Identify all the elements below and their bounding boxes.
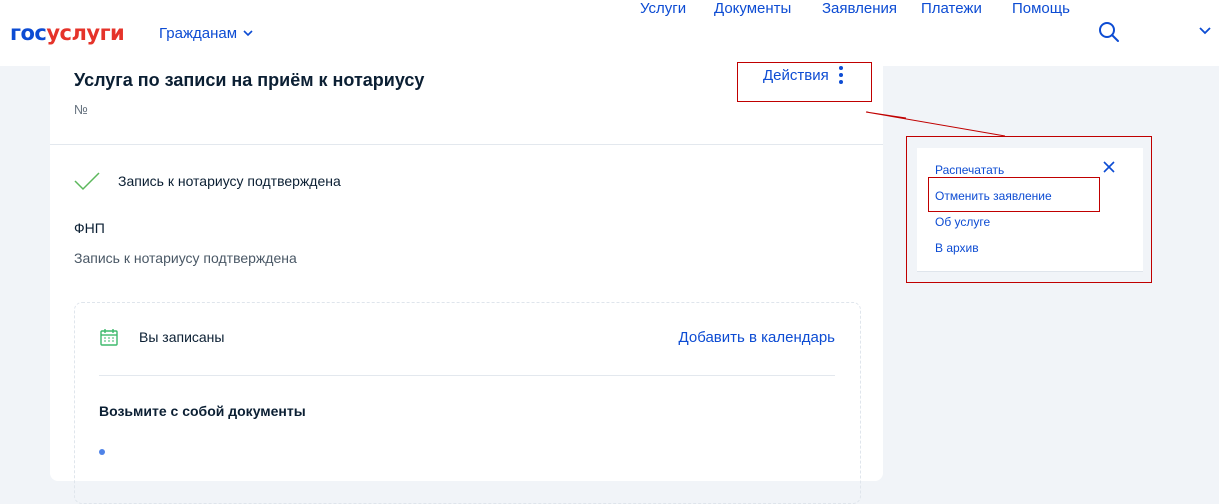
service-title: Услуга по записи на приём к нотариусу bbox=[74, 70, 425, 90]
logo-part1: гос bbox=[10, 21, 47, 45]
documents-title: Возьмите с собой документы bbox=[99, 403, 306, 419]
nav-documents[interactable]: Документы bbox=[714, 0, 791, 17]
appointment-row: Вы записаны Добавить в календарь bbox=[99, 327, 835, 347]
checkmark-icon bbox=[74, 172, 100, 191]
status-row: Запись к нотариусу подтверждена bbox=[74, 171, 341, 191]
top-header: госуслуги Гражданам Услуги Документы Зая… bbox=[0, 0, 1219, 66]
calendar-icon bbox=[100, 329, 118, 346]
audience-label: Гражданам bbox=[159, 25, 238, 42]
nav-help[interactable]: Помощь bbox=[1012, 0, 1070, 17]
chevron-down-icon[interactable] bbox=[1199, 27, 1211, 35]
chevron-down-icon bbox=[243, 30, 253, 37]
nav-payments[interactable]: Платежи bbox=[921, 0, 982, 17]
logo-part2: услуги bbox=[46, 21, 125, 45]
audience-selector[interactable]: Гражданам bbox=[159, 25, 253, 42]
nav-services[interactable]: Услуги bbox=[640, 0, 686, 17]
organization-status: Запись к нотариусу подтверждена bbox=[74, 250, 297, 266]
organization-name: ФНП bbox=[74, 220, 105, 236]
appointment-label: Вы записаны bbox=[139, 329, 225, 345]
list-bullet bbox=[99, 449, 105, 455]
status-text: Запись к нотариусу подтверждена bbox=[118, 173, 341, 189]
nav-applications[interactable]: Заявления bbox=[822, 0, 897, 17]
search-icon[interactable] bbox=[1098, 21, 1120, 43]
service-card: Услуга по записи на приём к нотариусу № … bbox=[50, 66, 883, 504]
highlight-actions bbox=[737, 62, 872, 102]
gosuslugi-logo[interactable]: госуслуги bbox=[10, 20, 125, 46]
highlight-cancel-item bbox=[928, 177, 1100, 212]
application-number: № bbox=[74, 102, 88, 117]
appointment-box: Вы записаны Добавить в календарь Возьмит… bbox=[74, 302, 861, 504]
add-to-calendar-link[interactable]: Добавить в календарь bbox=[679, 329, 835, 346]
divider bbox=[99, 375, 835, 376]
